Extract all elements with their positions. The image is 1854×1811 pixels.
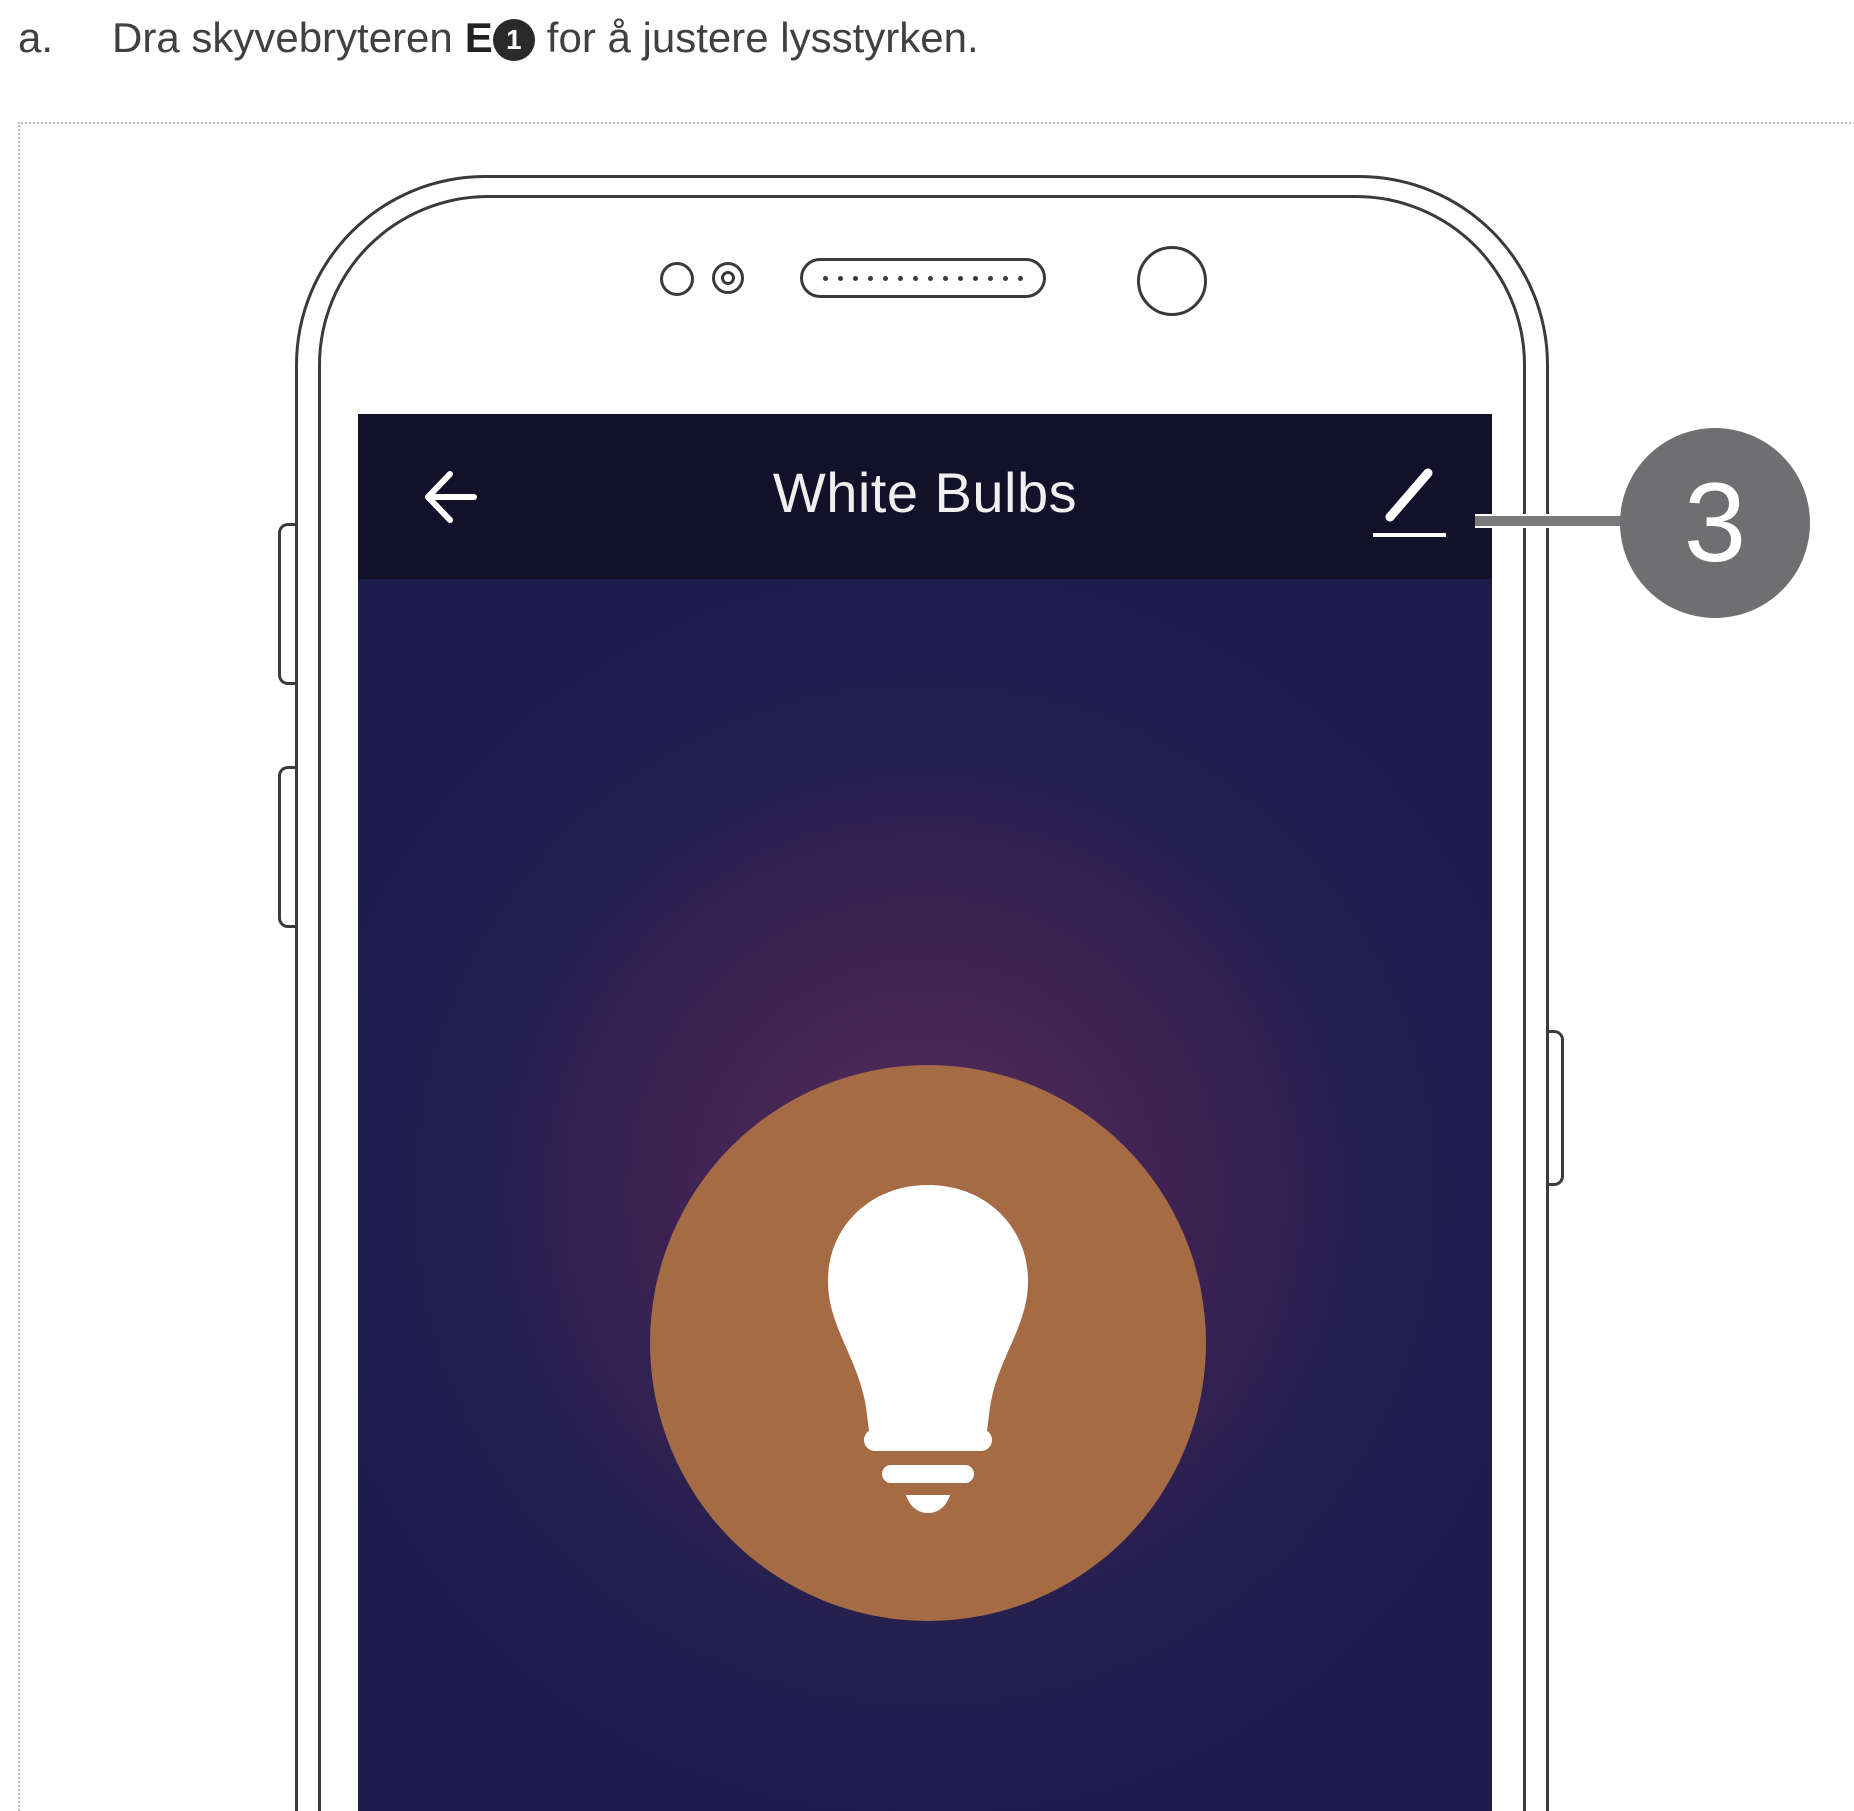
pencil-edit-icon [1373,468,1446,537]
callout-number-badge: 3 [1620,428,1810,618]
instruction-line: a. Dra skyvebryteren E 1 for å justere l… [18,6,979,70]
app-bar: White Bulbs [358,414,1492,579]
app-title: White Bulbs [772,461,1078,524]
light-bulb-icon [828,1185,1028,1513]
back-button[interactable] [418,464,484,530]
light-sensor [712,262,744,294]
instruction-text-before: Dra skyvebryteren [112,14,453,61]
callout-leader-line [1475,514,1625,528]
instruction-text-after: for å justere lysstyrken. [546,14,979,61]
edit-button[interactable] [1368,459,1452,543]
bulb-toggle-button[interactable] [650,1065,1206,1621]
phone-screen: White Bulbs [358,414,1492,1811]
manual-page: a. Dra skyvebryteren E 1 for å justere l… [0,0,1854,1811]
control-number-badge: 1 [492,19,535,61]
power-button [1548,1030,1564,1186]
proximity-sensor [660,262,694,296]
volume-up-button [278,523,296,685]
front-camera [1137,246,1207,316]
control-code: E [464,14,493,61]
volume-down-button [278,766,296,928]
earpiece-speaker [800,258,1046,298]
bulb-control-area [358,579,1492,1811]
arrow-left-icon [425,471,477,523]
step-letter: a. [18,14,54,61]
